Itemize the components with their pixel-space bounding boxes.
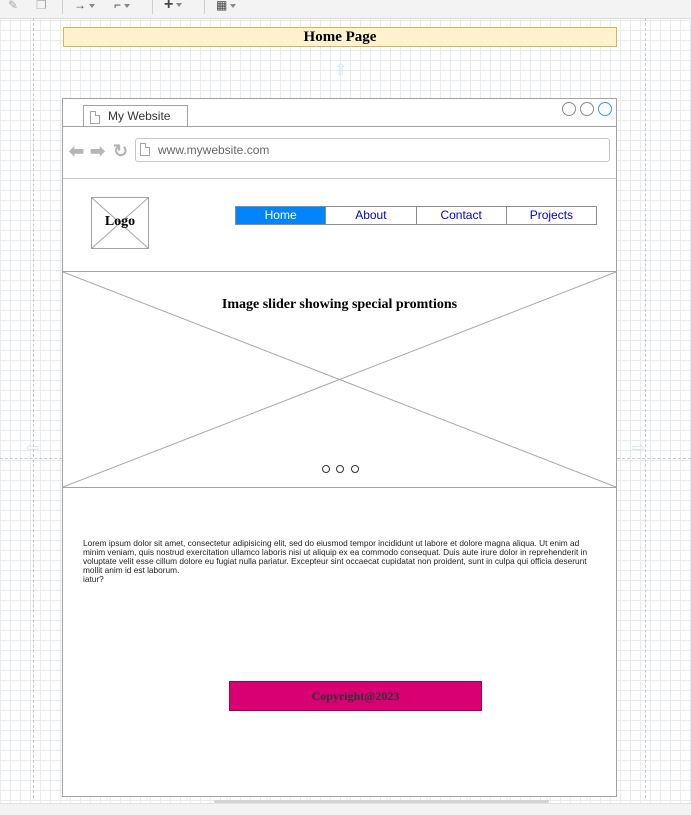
slider-indicator-dot[interactable] [336,465,344,473]
duplicate-icon[interactable]: ❐ [36,0,47,12]
horizontal-scrollbar[interactable] [0,803,691,815]
nav-item-about[interactable]: About [325,207,415,224]
connection-arrow-icon[interactable]: → [74,0,95,12]
url-text: www.mywebsite.com [158,143,270,157]
back-arrow-icon[interactable]: ⬅ [69,142,84,160]
page-icon [90,111,100,124]
address-bar[interactable]: www.mywebsite.com [135,138,610,162]
main-navigation: Home About Contact Projects [235,206,597,225]
logo-placeholder[interactable]: Logo [91,197,149,249]
insert-plus-icon[interactable]: + [164,0,183,13]
forward-arrow-icon[interactable]: ➡ [90,142,105,160]
connect-arrow-up-icon[interactable]: ⇧ [334,60,347,80]
page-icon [140,143,150,156]
reload-icon[interactable]: ↻ [113,142,128,160]
guide-line [617,458,691,459]
browser-tab[interactable]: My Website [83,105,188,127]
connect-arrow-right-icon[interactable]: ⇨ [632,438,645,458]
browser-window-mockup[interactable]: My Website ⬅ ➡ ↻ www.mywebsite.com Logo … [62,98,617,797]
waypoint-icon[interactable]: ⌐ [114,0,131,12]
maximize-circle-icon[interactable] [580,102,594,116]
editor-toolbar: ✎ ❐ → ⌐ + ▦ [0,0,691,19]
nav-item-home[interactable]: Home [236,207,326,224]
copyright-footer[interactable]: Copyright@2023 [229,681,482,711]
nav-item-contact[interactable]: Contact [415,207,506,224]
guide-line [0,458,62,459]
body-paragraph: Lorem ipsum dolor sit amet, consectetur … [83,538,588,584]
guide-line [33,18,34,798]
slider-caption: Image slider showing special promtions [221,297,458,312]
minimize-circle-icon[interactable] [562,102,576,116]
edit-style-icon[interactable]: ✎ [8,0,18,12]
toolbar-separator [204,0,205,14]
guide-line [645,18,646,798]
slider-indicator-dot[interactable] [322,465,330,473]
toolbar-separator [152,0,153,14]
tab-divider [63,126,616,127]
scrollbar-thumb[interactable] [214,800,549,803]
nav-item-projects[interactable]: Projects [505,207,596,224]
connect-arrow-left-icon[interactable]: ⇦ [26,438,39,458]
table-icon[interactable]: ▦ [216,0,237,12]
tab-label: My Website [108,109,171,123]
image-slider[interactable]: Image slider showing special promtions [63,271,616,488]
close-circle-icon[interactable] [598,102,612,116]
page-title[interactable]: Home Page [63,27,617,47]
slider-indicator-dot[interactable] [351,465,359,473]
header-divider [63,178,616,179]
logo-label: Logo [104,214,136,229]
toolbar-separator [62,0,63,14]
